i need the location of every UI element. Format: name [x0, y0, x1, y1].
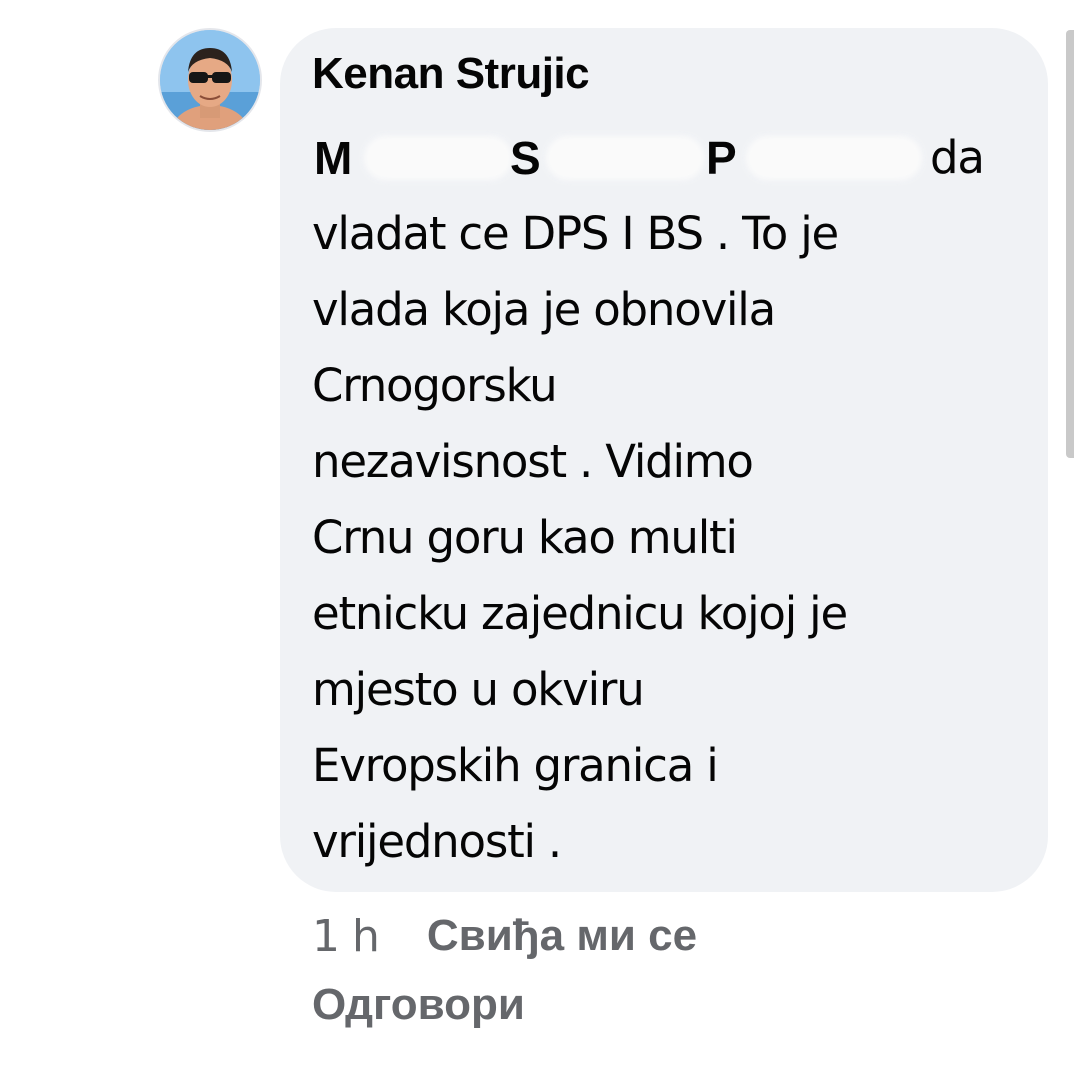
redaction-blur [746, 136, 922, 180]
comment-first-line: M S P da [312, 120, 1024, 196]
scrollbar[interactable] [1066, 30, 1074, 458]
comment-word: S [510, 132, 541, 184]
reply-button[interactable]: Одговори [312, 980, 525, 1030]
comment-line: etnicku zajednicu kojoj je [312, 587, 848, 640]
comment-line: Crnu goru kao multi [312, 511, 738, 564]
author-name[interactable]: Kenan Strujic [312, 48, 1024, 100]
comment-line: vlada koja je obnovila [312, 283, 776, 336]
comment-screen: Kenan Strujic M S P da vladat ce DPS I B… [0, 0, 1074, 1074]
like-button[interactable]: Свиђа ми се [427, 911, 697, 961]
comment-word: P [706, 132, 737, 184]
comment-word: da [930, 131, 985, 184]
comment-line: vrijednosti . [312, 815, 562, 868]
comment-line: mjesto u okviru [312, 663, 645, 716]
comment-bubble: Kenan Strujic M S P da vladat ce DPS I B… [280, 28, 1048, 892]
comment-line: Evropskih granica i [312, 739, 719, 792]
comment-actions: 1 h Свиђа ми се [312, 906, 697, 966]
comment-line: vladat ce DPS I BS . To je [312, 207, 839, 260]
profile-photo-icon [160, 30, 260, 130]
comment-word: M [314, 132, 352, 184]
redaction-blur [546, 136, 704, 180]
avatar[interactable] [158, 28, 262, 132]
redaction-blur [364, 136, 512, 180]
comment-line: nezavisnost . Vidimo [312, 435, 754, 488]
comment-text: M S P da vladat ce DPS I BS . To je vlad… [312, 120, 1024, 880]
comment-line: Crnogorsku [312, 359, 558, 412]
timestamp[interactable]: 1 h [312, 911, 380, 962]
